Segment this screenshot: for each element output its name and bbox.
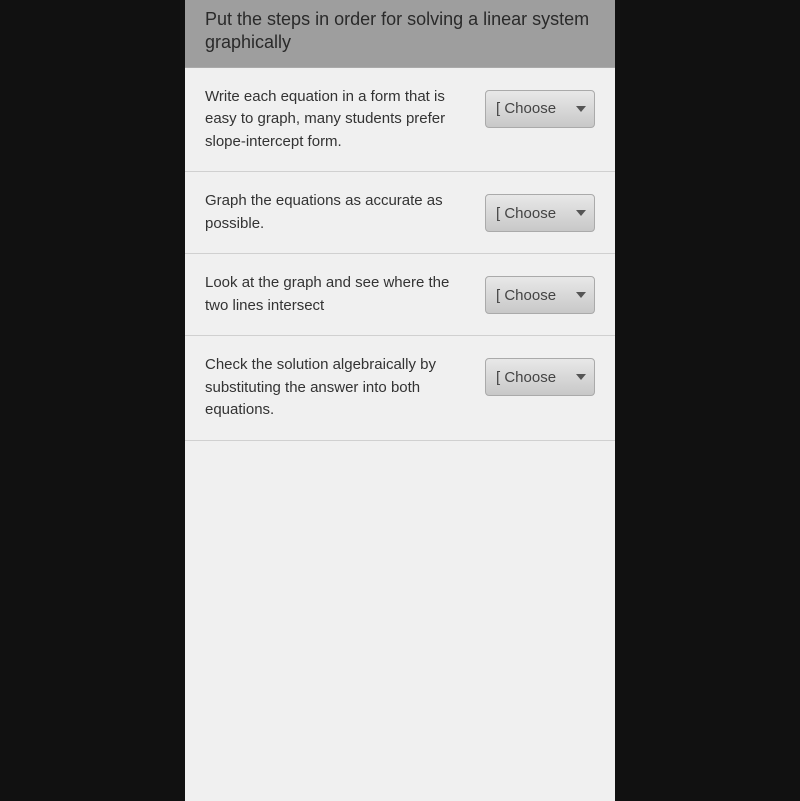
step-1-dropdown-arrow bbox=[576, 106, 586, 112]
step-3-text: Look at the graph and see where the two … bbox=[205, 272, 469, 317]
step-2-dropdown-label: [ Choose bbox=[496, 205, 570, 222]
step-3-dropdown-label: [ Choose bbox=[496, 287, 570, 304]
step-4-text: Check the solution algebraically by subs… bbox=[205, 354, 469, 422]
step-row-4: Check the solution algebraically by subs… bbox=[185, 336, 615, 441]
step-1-dropdown-label: [ Choose bbox=[496, 100, 570, 117]
step-1-dropdown[interactable]: [ Choose bbox=[485, 90, 595, 128]
step-2-dropdown-arrow bbox=[576, 210, 586, 216]
header-bar: Put the steps in order for solving a lin… bbox=[185, 0, 615, 68]
step-2-dropdown[interactable]: [ Choose bbox=[485, 194, 595, 232]
header-title: Put the steps in order for solving a lin… bbox=[205, 8, 595, 55]
step-4-dropdown-label: [ Choose bbox=[496, 369, 570, 386]
page-wrapper: Put the steps in order for solving a lin… bbox=[0, 0, 800, 801]
content-area: Write each equation in a form that is ea… bbox=[185, 68, 615, 801]
step-row-2: Graph the equations as accurate as possi… bbox=[185, 172, 615, 254]
step-1-text: Write each equation in a form that is ea… bbox=[205, 86, 469, 154]
step-4-dropdown-arrow bbox=[576, 374, 586, 380]
black-right-panel bbox=[615, 0, 800, 801]
step-row-1: Write each equation in a form that is ea… bbox=[185, 68, 615, 173]
black-left-panel bbox=[0, 0, 185, 801]
step-3-dropdown-arrow bbox=[576, 292, 586, 298]
main-panel: Put the steps in order for solving a lin… bbox=[185, 0, 615, 801]
step-4-dropdown[interactable]: [ Choose bbox=[485, 358, 595, 396]
step-row-3: Look at the graph and see where the two … bbox=[185, 254, 615, 336]
step-3-dropdown[interactable]: [ Choose bbox=[485, 276, 595, 314]
step-2-text: Graph the equations as accurate as possi… bbox=[205, 190, 469, 235]
